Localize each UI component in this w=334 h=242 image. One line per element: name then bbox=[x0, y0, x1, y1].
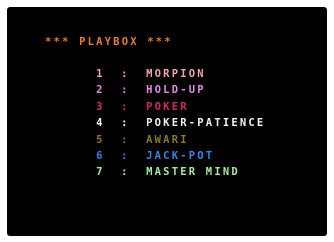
menu-item-number: 6 bbox=[96, 149, 105, 162]
menu-item-number: 7 bbox=[96, 166, 105, 179]
menu-item-number: 5 bbox=[96, 133, 105, 146]
game-menu: 1: MORPION 2: HOLD-UP 3: POKER 4: POKER-PATI… bbox=[45, 56, 266, 178]
menu-item-morpion[interactable]: 1: MORPION bbox=[45, 56, 265, 80]
menu-item-number: 3 bbox=[96, 100, 105, 113]
menu-item-separator: : bbox=[121, 133, 130, 146]
menu-item-number: 4 bbox=[96, 117, 105, 130]
menu-item-label: MORPION bbox=[146, 68, 206, 80]
menu-item-label: AWARI bbox=[146, 133, 189, 146]
menu-item-number: 2 bbox=[96, 84, 105, 97]
frame: *** PLAYBOX *** 1: MORPION 2: HOLD-UP 3: PO… bbox=[0, 0, 334, 242]
menu-item-separator: : bbox=[121, 68, 130, 80]
menu-title: *** PLAYBOX *** bbox=[45, 36, 173, 48]
menu-item-separator: : bbox=[121, 117, 130, 130]
menu-item-separator: : bbox=[121, 100, 130, 113]
menu-item-label: JACK-POT bbox=[146, 149, 215, 162]
menu-item-separator: : bbox=[121, 149, 130, 162]
menu-item-label: POKER bbox=[146, 100, 189, 113]
menu-item-separator: : bbox=[121, 84, 130, 97]
menu-item-separator: : bbox=[121, 166, 130, 179]
menu-item-label: MASTER MIND bbox=[146, 166, 240, 179]
menu-item-number: 1 bbox=[96, 68, 105, 80]
menu-item-label: POKER-PATIENCE bbox=[146, 117, 266, 130]
menu-item-label: HOLD-UP bbox=[146, 84, 206, 97]
